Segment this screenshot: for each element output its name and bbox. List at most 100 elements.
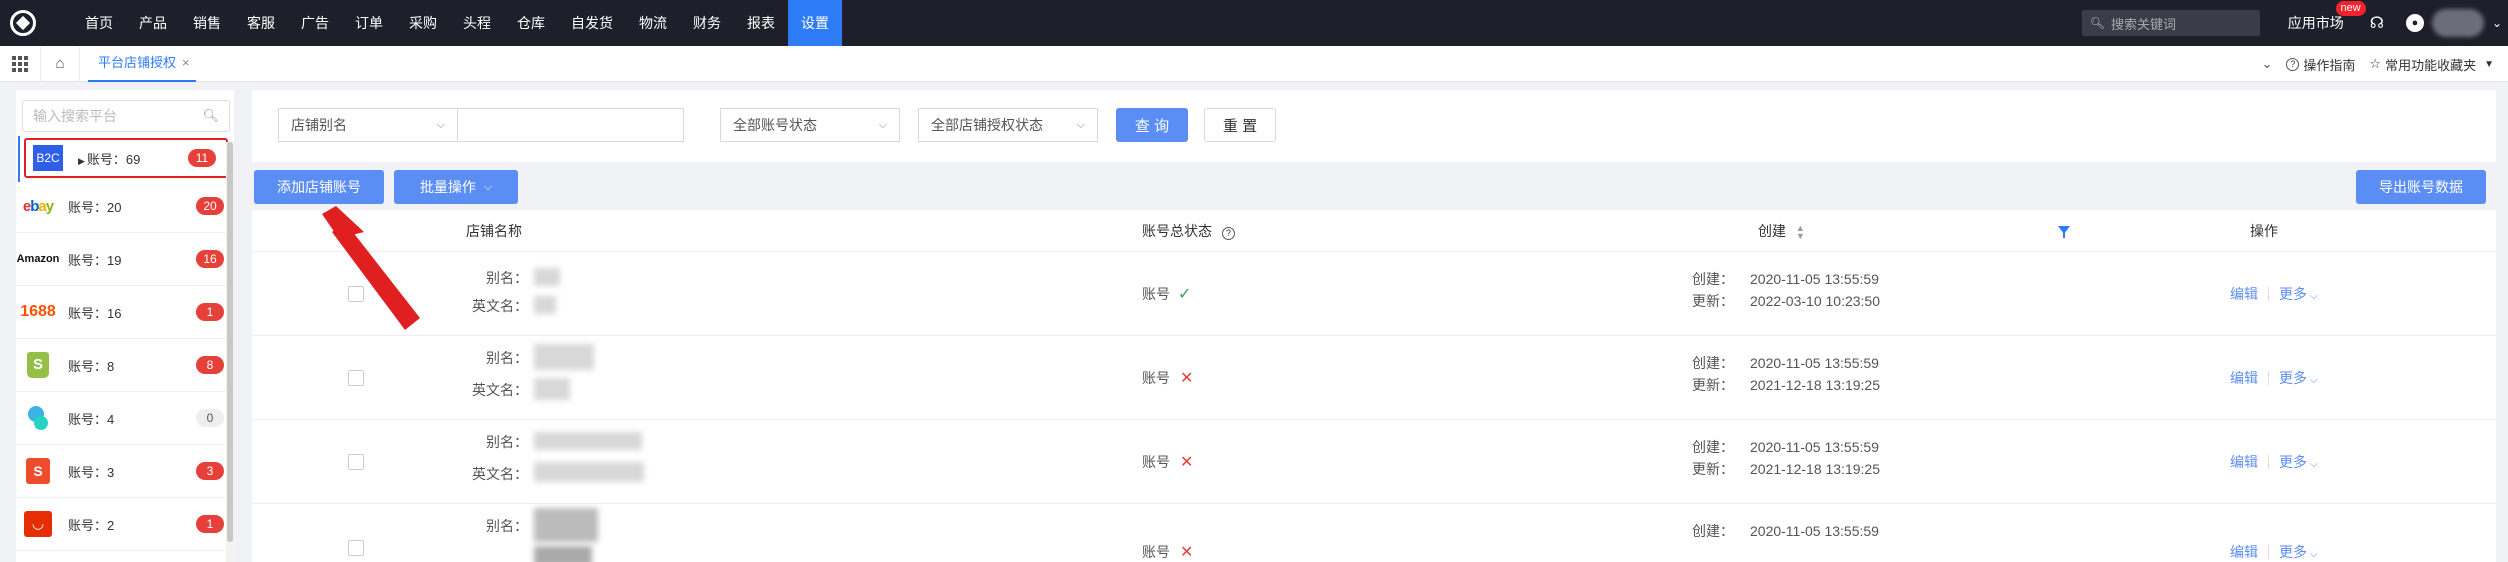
headset-icon[interactable]: ☊ [2370, 13, 2384, 33]
edit-link[interactable]: 编辑 [2230, 452, 2258, 472]
account-status: 账号 ✕ [1142, 368, 1193, 388]
close-icon[interactable]: × [182, 55, 190, 70]
batch-operations-button[interactable]: 批量操作 ⌵ [394, 170, 518, 204]
table-row: 别名： 英文名： 账号 ✕ 创建： 2020-11-05 13:55:59 更新：… [252, 336, 2496, 420]
query-button[interactable]: 查 询 [1116, 108, 1188, 142]
global-search-placeholder: 搜索关键词 [2110, 16, 2176, 32]
platform-badge: 1 [196, 303, 224, 321]
row-operations: 编辑 更多 ⌵ [2230, 452, 2318, 472]
nav-item-home[interactable]: 首页 [72, 0, 126, 46]
auth-status-select[interactable]: 全部店铺授权状态 ⌵ [918, 108, 1098, 142]
export-account-data-button[interactable]: 导出账号数据 [2356, 170, 2486, 204]
home-icon[interactable]: ⌂ [40, 45, 80, 82]
divider [2268, 287, 2269, 301]
chevron-down-icon[interactable]: ⌄ [2262, 56, 2273, 72]
tab-label: 平台店铺授权 [98, 54, 177, 70]
edit-link[interactable]: 编辑 [2230, 284, 2258, 304]
global-search-input[interactable]: 🔍︎ 搜索关键词 [2081, 10, 2260, 36]
platform-item-1688[interactable]: 1688 账号：16 1 [16, 286, 234, 339]
platform-item-aliexpress[interactable]: ◡ 账号：2 1 [16, 498, 234, 551]
nav-item-orders[interactable]: 订单 [342, 0, 396, 46]
help-icon[interactable]: ? [1221, 227, 1235, 240]
tab-bar-tools: ⌄ ? 操作指南 ☆ 常用功能收藏夹 ▼ [2262, 46, 2508, 82]
account-status-select[interactable]: 全部账号状态 ⌵ [720, 108, 900, 142]
tab-platform-store-auth[interactable]: 平台店铺授权 × [88, 46, 196, 82]
nav-item-warehouse[interactable]: 仓库 [504, 0, 558, 46]
created-label: 创建： [1692, 355, 1734, 371]
ebay-logo-icon: ebay [22, 197, 54, 215]
more-menu[interactable]: 更多 ⌵ [2279, 368, 2318, 388]
edit-link[interactable]: 编辑 [2230, 542, 2258, 562]
nav-item-finance[interactable]: 财务 [680, 0, 734, 46]
user-avatar-icon[interactable]: ● [2405, 14, 2424, 32]
row-checkbox[interactable] [348, 370, 364, 386]
more-label: 更多 [2279, 286, 2307, 302]
chevron-down-icon: ⌵ [483, 180, 493, 193]
platform-item-amazon[interactable]: Amazon 账号：19 16 [16, 233, 234, 286]
platform-item-shopee[interactable]: S 账号：3 3 [16, 445, 234, 498]
nav-item-first-leg[interactable]: 头程 [450, 0, 504, 46]
row-dates: 创建： 2020-11-05 13:55:59 更新： 2021-12-18 13:… [1692, 352, 1880, 396]
apps-grid-icon[interactable] [0, 46, 40, 82]
alias-label: 别名： [486, 270, 528, 286]
nav-item-settings[interactable]: 设置 [788, 0, 842, 46]
nav-item-sales[interactable]: 销售 [180, 0, 234, 46]
cross-icon: ✕ [1180, 454, 1194, 471]
chevron-down-icon: ⌵ [2310, 549, 2318, 560]
store-alias-input[interactable] [458, 108, 684, 142]
batch-operations-label: 批量操作 [419, 179, 476, 195]
alias-label: 别名： [486, 350, 528, 366]
header-account-status: 账号总状态 ? [1142, 210, 1239, 252]
chevron-down-icon[interactable]: ⌄ [2492, 16, 2502, 30]
store-alias-select[interactable]: 店铺别名 ⌵ [278, 108, 458, 142]
guide-link[interactable]: ? 操作指南 [2286, 55, 2355, 74]
more-menu[interactable]: 更多 ⌵ [2279, 452, 2318, 472]
nav-item-reports[interactable]: 报表 [734, 0, 788, 46]
nav-item-customer-service[interactable]: 客服 [234, 0, 288, 46]
row-checkbox[interactable] [348, 454, 364, 470]
nav-item-self-shipping[interactable]: 自发货 [558, 0, 626, 46]
created-value: 2020-11-05 13:55:59 [1750, 523, 1879, 539]
account-status-label: 账号 [1142, 544, 1170, 560]
header-store-name: 店铺名称 [466, 223, 522, 239]
platform-badge: 0 [196, 409, 224, 427]
edit-link[interactable]: 编辑 [2230, 368, 2258, 388]
platform-badge: 1 [196, 515, 224, 533]
nav-item-logistics[interactable]: 物流 [626, 0, 680, 46]
chevron-down-icon: ⌵ [2310, 375, 2318, 386]
app-logo[interactable] [0, 0, 46, 46]
more-menu[interactable]: 更多 ⌵ [2279, 284, 2318, 304]
guide-label: 操作指南 [2303, 57, 2356, 73]
alias-value-redacted [534, 268, 560, 286]
sort-icon[interactable]: ▲ ▼ [1796, 224, 1805, 241]
row-checkbox[interactable] [348, 286, 364, 302]
app-market-link[interactable]: 应用市场 new [2287, 1, 2366, 33]
favorites-menu[interactable]: ☆ 常用功能收藏夹 ▼ [2369, 55, 2494, 74]
chevron-down-icon: ⌵ [2310, 459, 2318, 470]
updated-value: 2022-03-10 10:23:50 [1750, 293, 1880, 309]
table-row: 别名： 账号 ✕ 创建： 2020-11-05 13:55:59 编辑 更多 ⌵ [252, 504, 2496, 562]
platform-item-shopify[interactable]: S 账号：8 8 [16, 339, 234, 392]
app-market-label: 应用市场 [2287, 15, 2344, 31]
platform-item-b2c[interactable]: B2C ▶ 账号：69 11 [18, 136, 228, 182]
account-status-label: 账号 [1142, 286, 1170, 302]
nav-item-purchasing[interactable]: 采购 [396, 0, 450, 46]
nav-item-ads[interactable]: 广告 [288, 0, 342, 46]
platform-item-ebay[interactable]: ebay 账号：20 20 [16, 180, 234, 233]
header-account-status-label: 账号总状态 [1142, 223, 1212, 239]
account-status-label: 账号 [1142, 454, 1170, 470]
nav-item-products[interactable]: 产品 [126, 0, 180, 46]
english-name-redacted [534, 296, 556, 314]
more-menu[interactable]: 更多 ⌵ [2279, 542, 2318, 562]
user-name-redacted[interactable] [2431, 9, 2484, 37]
platform-item-blob[interactable]: 账号：4 0 [16, 392, 234, 445]
platform-list-scrollbar[interactable] [226, 142, 234, 562]
row-checkbox[interactable] [348, 540, 364, 556]
reset-button[interactable]: 重 置 [1204, 108, 1276, 142]
filter-icon[interactable] [2058, 226, 2070, 238]
store-alias-select-value: 店铺别名 [291, 117, 347, 133]
add-store-account-button[interactable]: 添加店铺账号 [254, 170, 384, 204]
platform-search-input[interactable]: 输入搜索平台 🔍︎ [22, 100, 230, 132]
scrollbar-thumb[interactable] [227, 142, 233, 542]
header-created[interactable]: 创建 ▲ ▼ [1758, 210, 1805, 252]
